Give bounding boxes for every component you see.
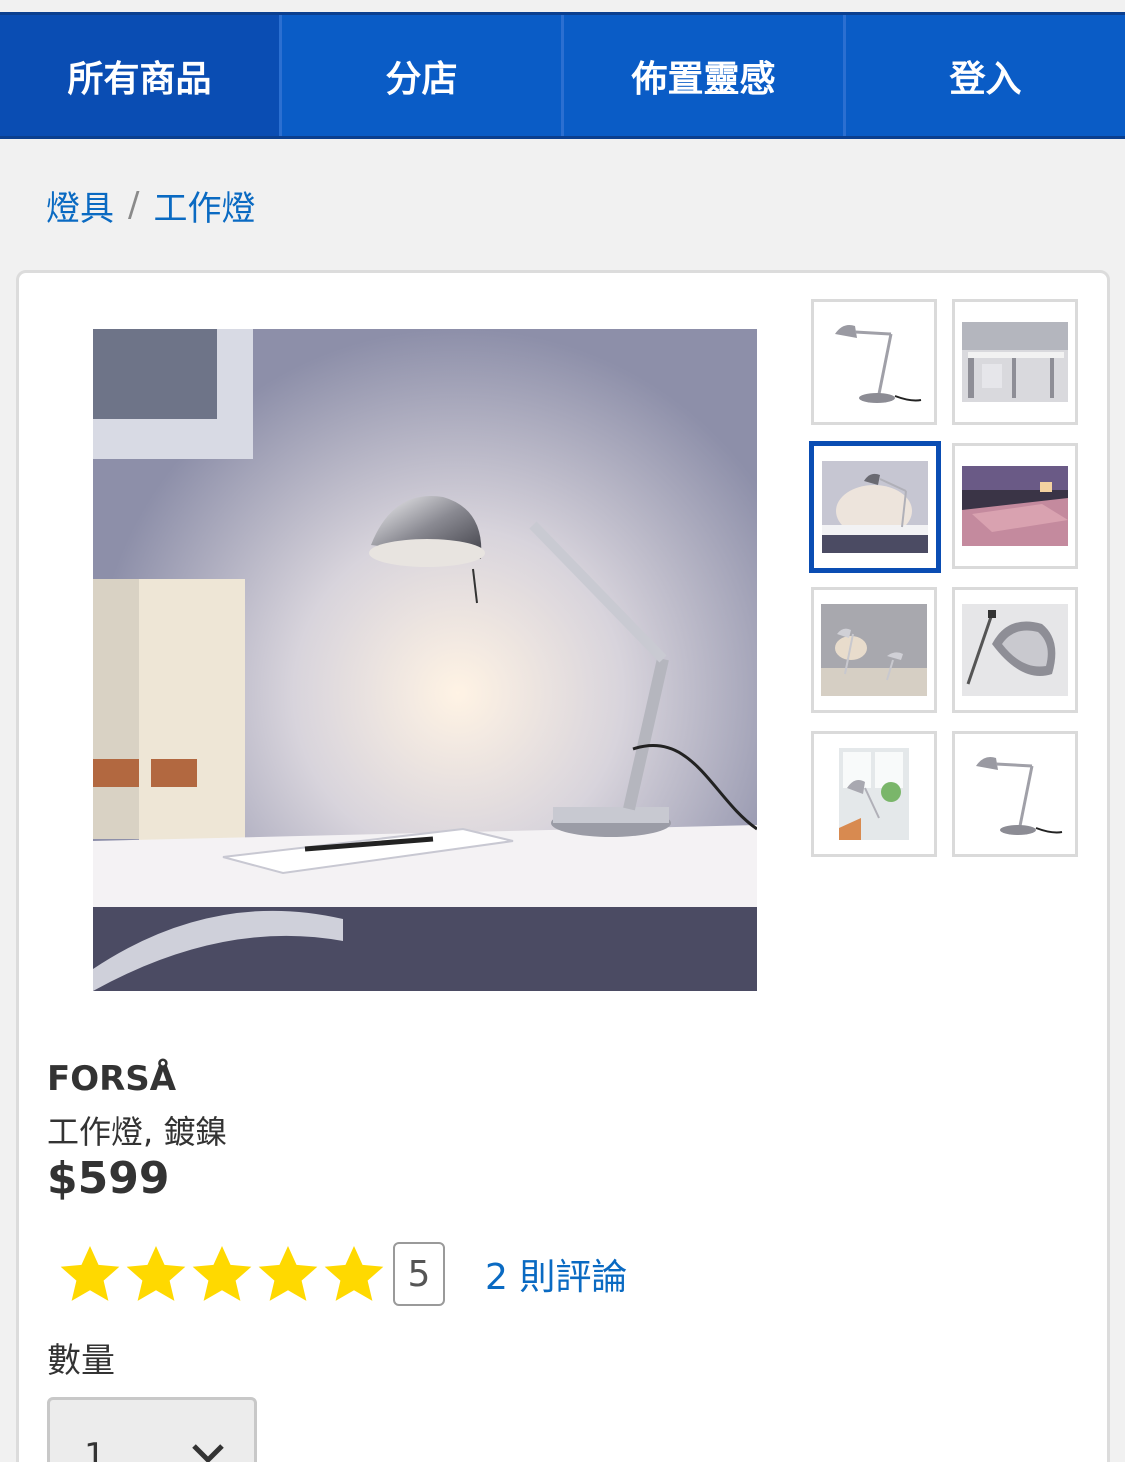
quantity-value: 1 bbox=[84, 1436, 106, 1462]
breadcrumb: 燈具 / 工作燈 bbox=[46, 180, 255, 230]
thumbnail-1[interactable] bbox=[811, 299, 937, 425]
thumbnail-5[interactable] bbox=[811, 587, 937, 713]
thumbnail-7[interactable] bbox=[811, 731, 937, 857]
star-icon bbox=[192, 1246, 252, 1301]
lamp-closeup-icon bbox=[962, 604, 1068, 696]
top-nav: 所有商品 分店 佈置靈感 登入 bbox=[0, 12, 1125, 139]
product-card: FORSÅ 工作燈, 鍍鎳 $599 5 2 則評論 數量 1 bbox=[16, 270, 1110, 1462]
two-lamps-icon bbox=[821, 604, 927, 696]
star-icon bbox=[60, 1246, 120, 1301]
thumbnail-6[interactable] bbox=[952, 587, 1078, 713]
breadcrumb-work-lamps[interactable]: 工作燈 bbox=[153, 181, 255, 230]
lamp-product-icon bbox=[962, 748, 1068, 840]
lamp-product-icon bbox=[821, 316, 927, 408]
breadcrumb-lighting[interactable]: 燈具 bbox=[46, 181, 114, 230]
product-name: FORSÅ bbox=[47, 1059, 177, 1099]
thumbnail-4[interactable] bbox=[952, 443, 1078, 569]
quantity-select[interactable]: 1 bbox=[47, 1397, 257, 1462]
lamp-scene-illustration bbox=[93, 329, 757, 991]
star-icon bbox=[126, 1246, 186, 1301]
top-strip bbox=[0, 0, 1125, 12]
nav-stores[interactable]: 分店 bbox=[282, 15, 564, 136]
rating-row: 5 2 則評論 bbox=[57, 1239, 627, 1309]
bedroom-icon bbox=[962, 466, 1068, 546]
nav-login[interactable]: 登入 bbox=[846, 15, 1125, 136]
product-description: 工作燈, 鍍鎳 bbox=[47, 1113, 228, 1151]
nav-inspiration[interactable]: 佈置靈感 bbox=[564, 15, 846, 136]
office-room-icon bbox=[962, 322, 1068, 402]
nav-all-products[interactable]: 所有商品 bbox=[0, 15, 282, 136]
rating-count-badge: 5 bbox=[393, 1242, 445, 1306]
rating-stars bbox=[57, 1242, 387, 1306]
lamp-on-desk-icon bbox=[822, 461, 928, 553]
quantity-label: 數量 bbox=[47, 1341, 115, 1381]
main-product-image[interactable] bbox=[93, 329, 757, 991]
star-icon bbox=[324, 1246, 384, 1301]
thumbnail-3[interactable] bbox=[809, 441, 941, 573]
star-icon bbox=[258, 1246, 318, 1301]
breadcrumb-separator: / bbox=[128, 185, 140, 225]
thumbnail-8[interactable] bbox=[952, 731, 1078, 857]
chevron-down-icon bbox=[192, 1444, 224, 1462]
product-price: $599 bbox=[47, 1153, 170, 1204]
lamp-window-icon bbox=[839, 748, 909, 840]
thumbnail-2[interactable] bbox=[952, 299, 1078, 425]
reviews-link[interactable]: 2 則評論 bbox=[485, 1248, 627, 1300]
